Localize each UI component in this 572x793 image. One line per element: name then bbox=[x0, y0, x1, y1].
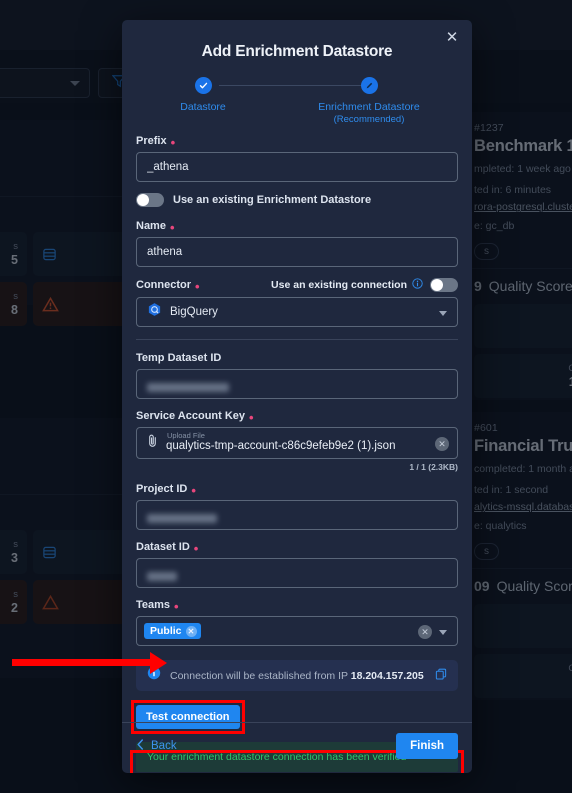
dialog-title: Add Enrichment Datastore bbox=[201, 43, 393, 60]
use-existing-datastore-label: Use an existing Enrichment Datastore bbox=[173, 194, 372, 206]
connector-label: Connector bbox=[136, 279, 191, 291]
enrichment-form: Prefix • Use an existing Enrichment Data… bbox=[122, 135, 472, 773]
connector-label-row: Connector • bbox=[136, 279, 200, 294]
name-input[interactable] bbox=[136, 237, 458, 267]
back-button[interactable]: Back bbox=[136, 739, 177, 753]
copy-icon[interactable] bbox=[435, 667, 447, 685]
connector-select[interactable]: BigQuery bbox=[136, 297, 458, 327]
name-label-row: Name • bbox=[136, 220, 175, 235]
project-id-label: Project ID bbox=[136, 483, 188, 495]
connection-ip-value: 18.204.157.205 bbox=[350, 669, 424, 682]
stepper-step-datastore[interactable]: Datastore bbox=[138, 77, 268, 113]
check-icon bbox=[194, 77, 212, 94]
dialog-footer: Back Finish bbox=[122, 722, 472, 773]
name-label: Name bbox=[136, 220, 166, 232]
use-existing-connection-toggle[interactable] bbox=[430, 278, 458, 292]
stepper-step2-label: Enrichment Datastore bbox=[318, 101, 420, 113]
service-account-key-file-input[interactable]: Upload File qualytics-tmp-account-c86c9e… bbox=[136, 427, 458, 459]
service-key-label-row: Service Account Key • bbox=[136, 410, 254, 425]
upload-file-hint: Upload File bbox=[167, 431, 205, 440]
toggle-knob bbox=[431, 279, 443, 291]
clear-file-icon[interactable]: ✕ bbox=[435, 437, 449, 451]
prefix-label-row: Prefix • bbox=[136, 135, 176, 150]
redacted-value bbox=[147, 379, 229, 397]
close-icon[interactable]: ✕ bbox=[442, 28, 462, 48]
team-chip-label: Public bbox=[150, 625, 182, 637]
chevron-down-icon bbox=[439, 311, 447, 316]
teams-label-row: Teams • bbox=[136, 599, 179, 614]
service-account-key-label: Service Account Key bbox=[136, 410, 246, 422]
use-existing-connection-label: Use an existing connection bbox=[271, 279, 407, 291]
temp-dataset-group: Temp Dataset ID bbox=[136, 352, 458, 399]
dataset-id-group: Dataset ID • bbox=[136, 541, 458, 588]
prefix-input[interactable] bbox=[136, 152, 458, 182]
bigquery-icon bbox=[147, 302, 162, 322]
team-chip[interactable]: Public ✕ bbox=[144, 623, 201, 639]
temp-dataset-label: Temp Dataset ID bbox=[136, 352, 222, 364]
screen: Galaxy go com re s5 Recon6.2 bbox=[0, 0, 572, 793]
use-existing-connection-row[interactable]: Use an existing connection bbox=[271, 278, 458, 292]
wizard-stepper: Datastore Enrichment Datastore (Recommen… bbox=[122, 77, 472, 135]
service-account-key-filename: qualytics-tmp-account-c86c9efeb9e2 (1).j… bbox=[166, 439, 396, 452]
toggle-knob bbox=[137, 194, 149, 206]
service-account-key-group: Service Account Key • Upload File qualyt… bbox=[136, 410, 458, 472]
teams-group: Teams • Public ✕ ✕ bbox=[136, 599, 458, 646]
info-icon bbox=[147, 666, 161, 685]
connection-ip-text: Connection will be established from IP 1… bbox=[170, 670, 426, 682]
finish-button[interactable]: Finish bbox=[396, 733, 458, 759]
connector-header-row: Connector • Use an existing connection bbox=[136, 278, 458, 294]
redacted-value bbox=[147, 510, 217, 528]
stepper-step-enrichment-datastore[interactable]: Enrichment Datastore (Recommended) bbox=[304, 77, 434, 125]
clear-teams-icon[interactable]: ✕ bbox=[418, 625, 432, 639]
name-group: Name • bbox=[136, 220, 458, 267]
stepper-step2-sub: (Recommended) bbox=[333, 114, 405, 125]
connector-group: Connector • Use an existing connection B… bbox=[136, 278, 458, 327]
project-id-group: Project ID • bbox=[136, 483, 458, 530]
chevron-left-icon bbox=[136, 739, 145, 753]
remove-chip-icon[interactable]: ✕ bbox=[185, 625, 197, 637]
use-existing-datastore-toggle[interactable] bbox=[136, 193, 164, 207]
connection-ip-prefix: Connection will be established from IP bbox=[170, 669, 351, 682]
connection-ip-banner: Connection will be established from IP 1… bbox=[136, 660, 458, 691]
add-enrichment-datastore-dialog: ✕ Add Enrichment Datastore Datastore Enr… bbox=[122, 20, 472, 773]
temp-dataset-label-row: Temp Dataset ID bbox=[136, 352, 458, 364]
connector-value: BigQuery bbox=[170, 306, 218, 318]
pencil-icon bbox=[360, 77, 378, 94]
stepper-step1-label: Datastore bbox=[180, 101, 226, 113]
use-existing-datastore-row[interactable]: Use an existing Enrichment Datastore bbox=[136, 193, 458, 207]
back-button-label: Back bbox=[151, 740, 177, 752]
project-id-label-row: Project ID • bbox=[136, 483, 196, 498]
teams-label: Teams bbox=[136, 599, 171, 611]
dataset-id-label-row: Dataset ID • bbox=[136, 541, 199, 556]
form-divider bbox=[136, 339, 458, 340]
paperclip-icon bbox=[146, 433, 159, 453]
service-account-key-meta: 1 / 1 (2.3KB) bbox=[409, 462, 458, 472]
chevron-down-icon bbox=[439, 630, 447, 635]
info-icon[interactable] bbox=[412, 278, 423, 292]
prefix-group: Prefix • bbox=[136, 135, 458, 182]
teams-select[interactable]: Public ✕ ✕ bbox=[136, 616, 458, 646]
dataset-id-label: Dataset ID bbox=[136, 541, 190, 553]
dataset-id-input[interactable] bbox=[136, 558, 458, 588]
prefix-label: Prefix bbox=[136, 135, 167, 147]
redacted-value bbox=[147, 568, 177, 586]
